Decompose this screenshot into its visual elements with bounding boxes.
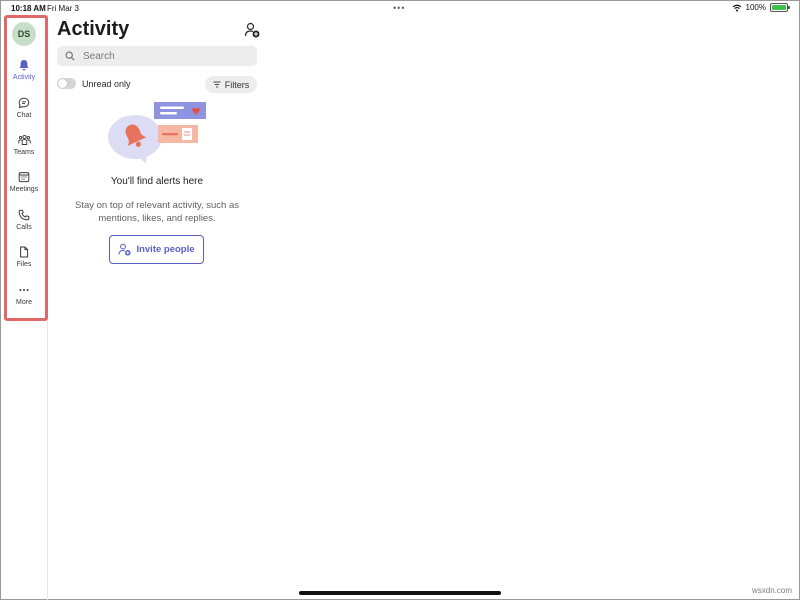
rail-item-files[interactable]: Files (4, 246, 44, 280)
watermark: wsxdn.com (752, 586, 793, 595)
avatar[interactable]: DS (12, 22, 36, 46)
more-icon (19, 289, 29, 291)
status-time: 10:18 AM (11, 4, 46, 13)
page-title: Activity (57, 18, 130, 40)
wifi-icon (732, 4, 741, 11)
filters-button[interactable]: Filters (205, 76, 257, 93)
rail-item-calls[interactable]: Calls (4, 209, 44, 243)
file-icon (20, 246, 29, 258)
status-date: Fri Mar 3 (47, 4, 79, 13)
search-bar[interactable] (57, 46, 257, 66)
rail-item-teams[interactable]: Teams (4, 134, 44, 168)
rail-item-activity[interactable]: Activity (4, 59, 44, 93)
empty-state-title: You'll find alerts here (110, 176, 204, 187)
rail-label: Teams (13, 149, 35, 156)
bell-icon (19, 60, 29, 71)
calendar-icon (18, 172, 30, 183)
invite-person-icon (118, 243, 132, 256)
status-right: 100% (732, 3, 790, 12)
filters-label: Filters (224, 79, 250, 90)
battery-percent: 100% (745, 3, 766, 12)
filter-icon (213, 81, 221, 88)
battery-icon (770, 3, 790, 12)
status-bar: 10:18 AM Fri Mar 3 ••• 100% (0, 0, 800, 16)
invite-people-label: Invite people (136, 244, 195, 255)
empty-state-description: Stay on top of relevant activity, such a… (74, 200, 240, 224)
app-bar: DS Activity Chat Teams Meetings Calls Fi… (0, 14, 48, 600)
unread-only-toggle[interactable] (57, 78, 76, 89)
rail-label: Activity (12, 74, 36, 81)
invite-people-button[interactable]: Invite people (109, 235, 204, 264)
home-indicator[interactable] (299, 591, 501, 595)
rail-item-meetings[interactable]: Meetings (4, 171, 44, 205)
rail-label: Chat (16, 112, 32, 119)
rail-item-chat[interactable]: Chat (4, 97, 44, 131)
rail-label: Calls (16, 224, 32, 231)
teams-icon (17, 134, 31, 145)
search-icon (65, 51, 75, 61)
chat-icon (18, 97, 30, 109)
alerts-illustration (108, 102, 206, 164)
window-frame (0, 0, 800, 600)
multitasking-dots-icon[interactable]: ••• (393, 3, 405, 13)
toggle-knob (58, 79, 67, 88)
search-input[interactable] (81, 49, 255, 63)
phone-icon (18, 209, 30, 221)
rail-label: More (16, 299, 32, 306)
rail-label: Meetings (9, 186, 39, 193)
rail-item-more[interactable]: More (4, 284, 44, 318)
rail-label: Files (16, 261, 32, 268)
add-person-icon[interactable] (244, 22, 260, 38)
unread-only-label: Unread only (82, 79, 131, 89)
